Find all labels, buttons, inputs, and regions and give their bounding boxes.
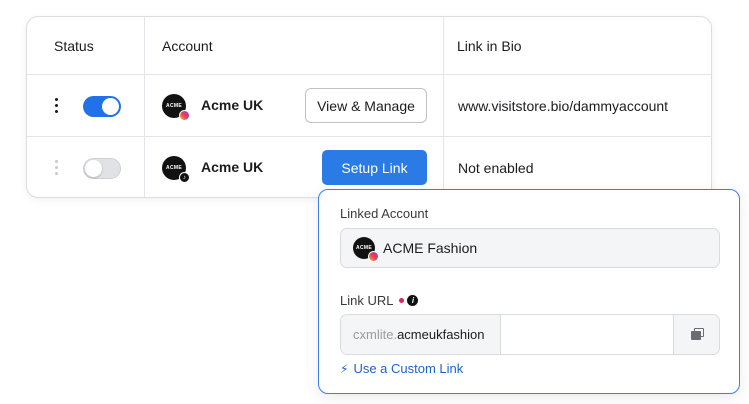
link-url-label: Link URL <box>340 293 394 308</box>
link-url-input[interactable] <box>501 315 674 354</box>
url-prefix: cxmlite.acmeukfashion <box>341 315 501 354</box>
link-url-field: cxmlite.acmeukfashion <box>340 314 720 355</box>
setup-link-button[interactable]: Setup Link <box>322 150 427 185</box>
linked-account-label: Linked Account <box>340 206 429 221</box>
url-handle: acmeukfashion <box>397 327 485 342</box>
custom-link-label: Use a Custom Link <box>353 361 464 376</box>
accounts-table: Status Account Link in Bio ACME Acme UK … <box>26 16 712 198</box>
table-row: ACME Acme UK View & Manage www.visitstor… <box>27 75 711 137</box>
use-custom-link[interactable]: ⚡ Use a Custom Link <box>340 361 463 376</box>
setup-link-popover: Linked Account ACME ACME Fashion Link UR… <box>318 189 740 394</box>
avatar: ACME ♪ <box>162 156 190 183</box>
copy-icon <box>691 328 704 340</box>
tiktok-icon: ♪ <box>179 172 190 183</box>
header-status: Status <box>54 38 94 54</box>
linked-account-field[interactable]: ACME ACME Fashion <box>340 228 720 268</box>
view-manage-button[interactable]: View & Manage <box>305 88 427 123</box>
url-domain: cxmlite. <box>353 327 398 342</box>
required-indicator-icon <box>399 298 405 304</box>
copy-button[interactable] <box>673 315 719 354</box>
link-url-label-row: Link URL i <box>340 293 419 308</box>
lightning-icon: ⚡ <box>340 362 349 376</box>
avatar: ACME <box>353 237 379 262</box>
linked-account-name: ACME Fashion <box>383 240 478 256</box>
account-name: Acme UK <box>201 97 264 113</box>
avatar: ACME <box>162 94 190 121</box>
info-icon[interactable]: i <box>407 295 419 307</box>
more-options-icon[interactable] <box>54 160 58 176</box>
instagram-icon <box>179 110 190 121</box>
more-options-icon[interactable] <box>54 98 58 114</box>
link-in-bio-url[interactable]: www.visitstore.bio/dammyaccount <box>458 98 668 114</box>
account-name: Acme UK <box>201 159 264 175</box>
instagram-icon <box>368 251 379 262</box>
link-in-bio-status: Not enabled <box>458 160 534 176</box>
status-toggle[interactable] <box>83 96 121 117</box>
header-link-in-bio: Link in Bio <box>457 38 522 54</box>
table-header: Status Account Link in Bio <box>27 17 711 75</box>
header-account: Account <box>162 38 213 54</box>
status-toggle[interactable] <box>83 158 121 179</box>
